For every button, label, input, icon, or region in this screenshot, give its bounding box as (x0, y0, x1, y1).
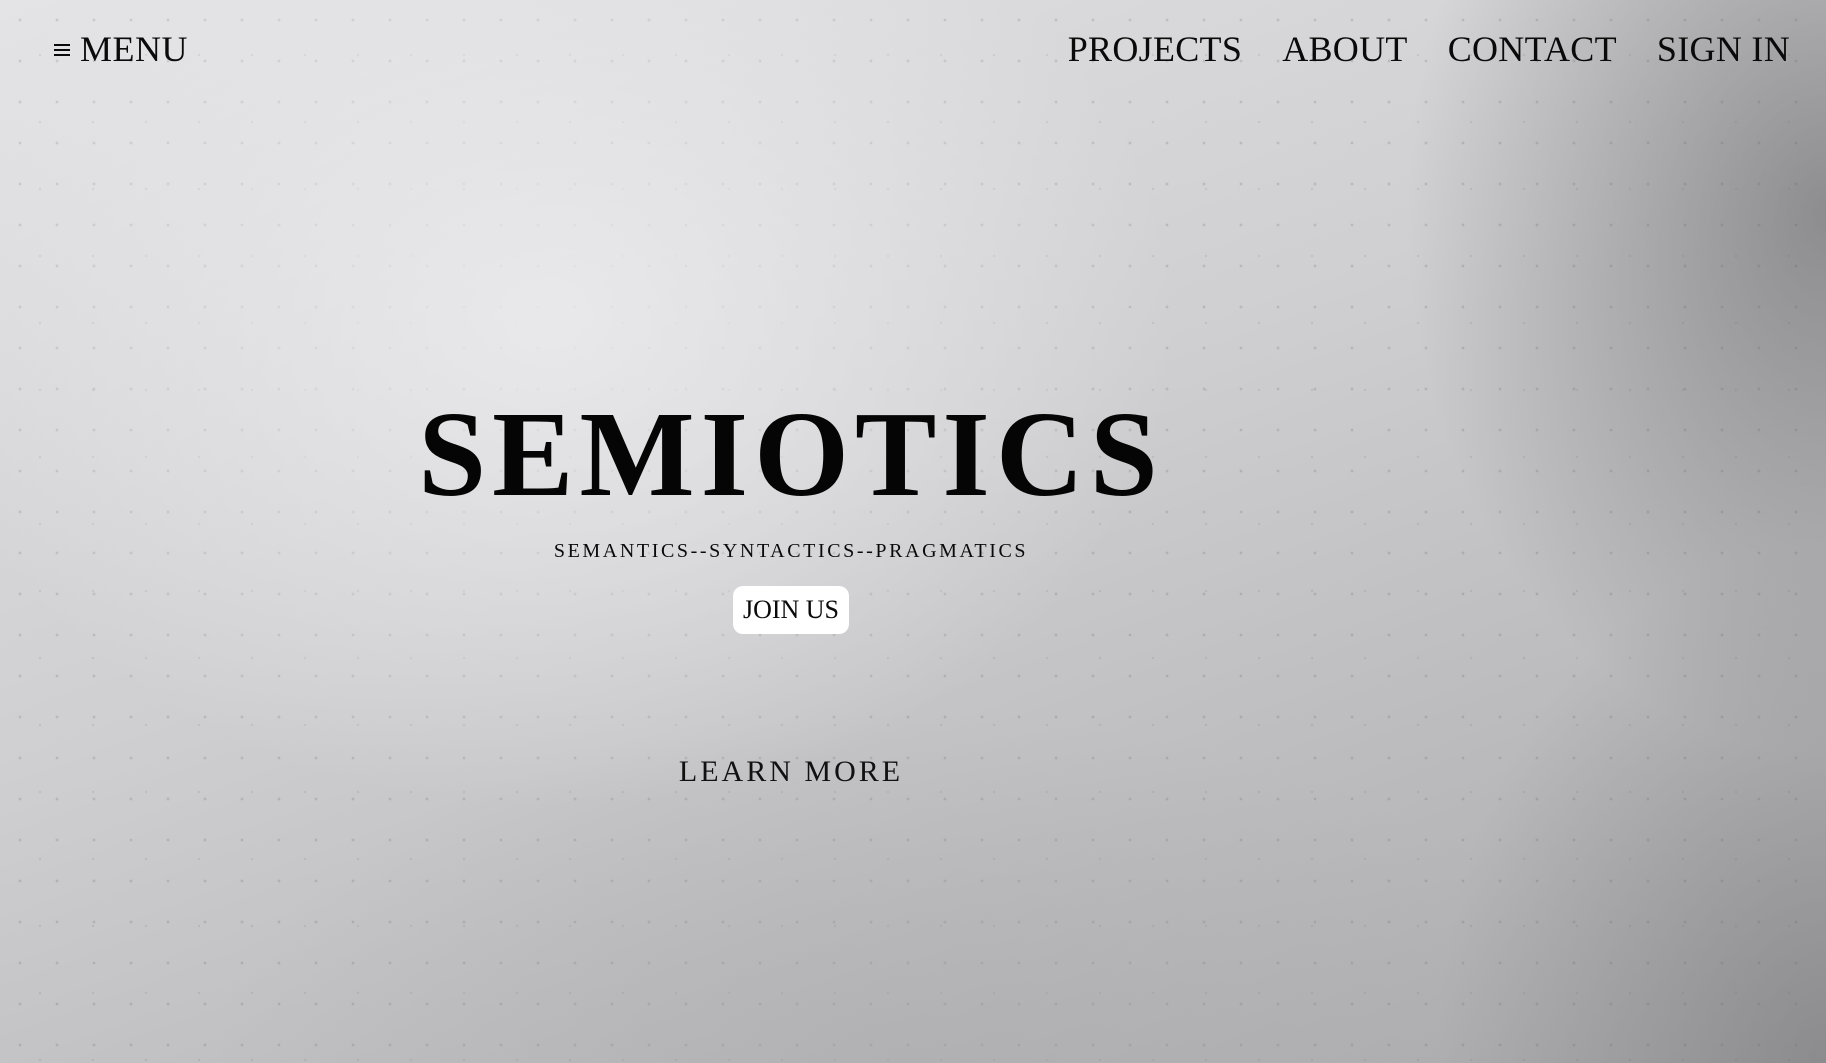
hero-subtitle: SEMANTICS--SYNTACTICS--PRAGMATICS (553, 540, 1029, 562)
nav-link-sign-in[interactable]: SIGN IN (1657, 26, 1790, 72)
menu-button[interactable]: MENU (54, 26, 188, 72)
join-us-button[interactable]: JOIN US (732, 586, 850, 634)
nav-link-contact[interactable]: CONTACT (1448, 26, 1617, 72)
top-navigation: MENU PROJECTS ABOUT CONTACT SIGN IN (0, 0, 1826, 100)
menu-label: MENU (80, 29, 188, 69)
hero-title: SEMIOTICS (418, 387, 1164, 522)
learn-more-wrap: LEARN MORE (0, 634, 1582, 790)
nav-link-projects[interactable]: PROJECTS (1068, 26, 1242, 72)
learn-more-link[interactable]: LEARN MORE (679, 754, 903, 790)
hero-section: SEMIOTICS SEMANTICS--SYNTACTICS--PRAGMAT… (0, 390, 1582, 790)
hamburger-icon (54, 41, 70, 59)
nav-link-about[interactable]: ABOUT (1282, 26, 1408, 72)
nav-links: PROJECTS ABOUT CONTACT SIGN IN (1068, 26, 1790, 72)
